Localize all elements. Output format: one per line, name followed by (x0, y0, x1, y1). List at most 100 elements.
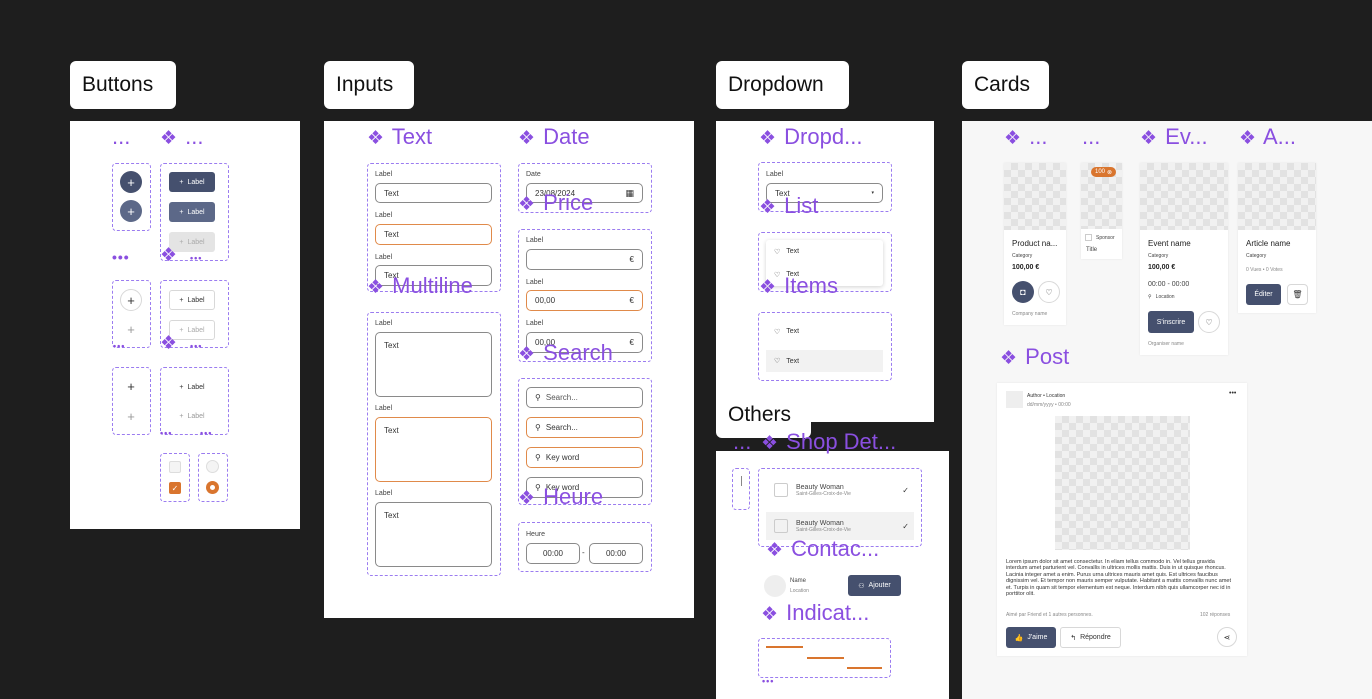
ghost-label-button[interactable]: + Label (169, 377, 215, 397)
text-input[interactable]: Text (375, 183, 492, 203)
like-button[interactable]: 👍 J'aime (1006, 627, 1056, 648)
share-icon: ⋖ (1223, 632, 1231, 642)
organiser-name: Organiser name (1148, 341, 1184, 347)
calendar-icon[interactable]: ▦ (625, 188, 634, 199)
field-label: Label (375, 254, 393, 261)
company-name: Company name (1012, 311, 1048, 317)
shop-details-title: ❖ Shop Det... (761, 429, 897, 454)
outline-label-button[interactable]: + Label (169, 290, 215, 310)
shop-row[interactable]: Beauty Woman Saint-Gilles-Croix-de-Vie ✓ (766, 476, 914, 504)
radio-checked[interactable] (206, 481, 219, 494)
search-icon: ⚲ (535, 423, 541, 432)
items-title: ❖ Items (759, 273, 838, 298)
reply-button[interactable]: ↰ Répondre (1060, 627, 1121, 648)
multiline-input-title: ❖ Multiline (367, 273, 473, 298)
field-label: Label (526, 237, 544, 244)
product-name: Product na... (1012, 239, 1058, 248)
group-dots: ••• (200, 428, 213, 438)
heart-icon: ♡ (1205, 317, 1213, 327)
post-likes: Aimé par Friend et 1 autres personnes. (1006, 612, 1093, 618)
group-dots: ••• (762, 676, 775, 686)
search-input[interactable]: ⚲ Search... (526, 387, 643, 408)
product-category: Category (1012, 253, 1033, 259)
favorite-button[interactable]: ♡ (1038, 281, 1060, 303)
others-title-dots: ... (733, 429, 752, 454)
multiline-input-filled[interactable]: Text (375, 502, 492, 567)
multiline-input[interactable]: Text (375, 332, 492, 397)
date-input-title: ❖ Date (518, 124, 590, 149)
edit-button[interactable]: Éditer (1246, 284, 1281, 305)
frame-label-buttons[interactable]: Buttons (70, 61, 176, 109)
dropdown-item-hover[interactable]: ♡ Text (766, 350, 883, 372)
time-end-input[interactable]: 00:00 (589, 543, 643, 564)
post-body: Lorem ipsum dolor sit amet consectetur. … (1006, 559, 1231, 598)
heart-icon: ♡ (1045, 287, 1053, 297)
list-item[interactable]: ♡ Text (766, 240, 883, 263)
search-input-focused[interactable]: ⚲ Search... (526, 417, 643, 438)
article-stats: 0 Vues • 0 Votes (1246, 267, 1283, 273)
search-icon: ⚲ (535, 453, 541, 462)
radio-unchecked[interactable] (206, 460, 219, 473)
delete-button[interactable]: 🗑 (1287, 284, 1308, 305)
label-button-primary-hover[interactable]: + Label (169, 202, 215, 222)
vertical-divider (741, 476, 742, 486)
event-time: 00:00 - 00:00 (1148, 281, 1190, 288)
post-title: ❖ Post (1000, 344, 1070, 369)
field-label: Label (375, 405, 393, 412)
price-input-focused[interactable]: 00,00 € (526, 290, 643, 311)
search-icon: ⚲ (535, 393, 541, 402)
indicator-title: ❖ Indicat... (761, 600, 870, 625)
group-dots: ••• (112, 249, 130, 265)
checkbox-checked[interactable]: ✓ (169, 482, 181, 494)
shop-city: Saint-Gilles-Croix-de-Vie (796, 490, 851, 497)
time-separator: - (582, 548, 585, 557)
share-button[interactable]: ⋖ (1217, 627, 1237, 647)
frame-label-cards[interactable]: Cards (962, 61, 1049, 109)
tag-icon: ♡ (774, 328, 781, 336)
multiline-input-focused[interactable]: Text (375, 417, 492, 482)
heure-label: Heure (526, 531, 546, 538)
dropdown-item[interactable]: ♡ Text (766, 321, 883, 342)
round-ghost-add-button[interactable]: + (120, 375, 142, 397)
tag-icon: ♡ (774, 358, 781, 365)
label-button-primary[interactable]: + Label (169, 172, 215, 192)
text-input-title: ❖ Text (367, 124, 433, 149)
register-button[interactable]: S'inscrire (1148, 311, 1194, 333)
round-outline-add-button[interactable]: + (120, 289, 142, 311)
more-options-icon[interactable]: ••• (1229, 390, 1236, 397)
shop-image-icon (774, 519, 788, 533)
check-icon: ✓ (902, 485, 909, 495)
shop-image-icon (774, 483, 788, 497)
event-image (1140, 163, 1228, 230)
round-outline-add-button-disabled[interactable]: + (120, 318, 142, 340)
price-input[interactable]: € (526, 249, 643, 270)
time-start-input[interactable]: 00:00 (526, 543, 580, 564)
checkbox-unchecked[interactable] (169, 461, 181, 473)
product-image (1004, 163, 1066, 230)
post-replies[interactable]: 102 réponses (1200, 612, 1230, 618)
instance-marker: ❖ (160, 245, 178, 266)
favorite-button[interactable]: ♡ (1198, 311, 1220, 333)
group-dots: ••• (113, 341, 126, 351)
text-input-focused[interactable]: Text (375, 224, 492, 245)
ghost-label-button-disabled[interactable]: + Label (169, 406, 215, 426)
field-label: Label (526, 279, 544, 286)
round-add-button-hover[interactable]: + (120, 200, 142, 222)
card-title-b: ... (1082, 124, 1101, 149)
thumbs-up-icon: 👍 (1014, 634, 1024, 642)
frame-label-inputs[interactable]: Inputs (324, 61, 414, 109)
add-contact-button[interactable]: ⚇ Ajouter (848, 575, 901, 596)
event-name: Event name (1148, 239, 1191, 248)
field-label: Label (375, 320, 393, 327)
shop-city: Saint-Gilles-Croix-de-Vie (796, 526, 851, 533)
frame-label-dropdown[interactable]: Dropdown (716, 61, 849, 109)
check-icon: ✓ (171, 483, 179, 493)
cart-button[interactable]: ◘ (1012, 281, 1034, 303)
round-ghost-add-button-disabled[interactable]: + (120, 405, 142, 427)
indicator-step-2 (807, 657, 844, 659)
round-add-button[interactable]: + (120, 171, 142, 193)
trash-icon: 🗑 (1292, 290, 1303, 299)
search-input-typing[interactable]: ⚲ Key word (526, 447, 643, 468)
post-image (1055, 416, 1190, 550)
card-title-a: ❖ ... (1004, 124, 1048, 149)
